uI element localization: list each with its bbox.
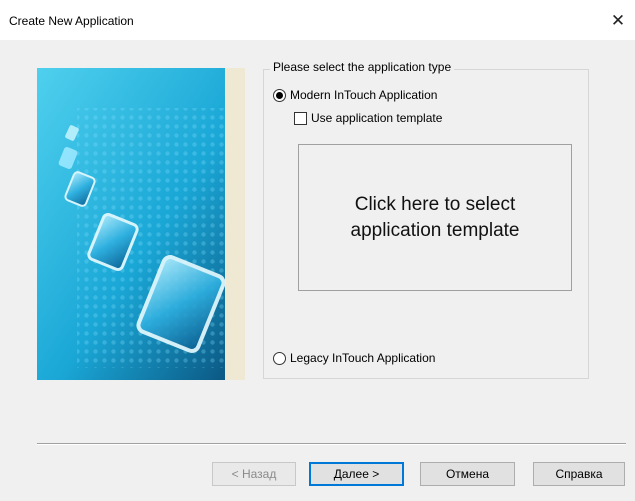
modern-app-radio-row[interactable]: Modern InTouch Application bbox=[273, 88, 437, 102]
wizard-banner-image bbox=[37, 68, 245, 380]
use-template-checkbox-row[interactable]: Use application template bbox=[294, 111, 442, 125]
cancel-button[interactable]: Отмена bbox=[420, 462, 515, 486]
use-template-label: Use application template bbox=[311, 111, 443, 125]
select-template-text: Click here to select application templat… bbox=[350, 193, 520, 241]
modern-app-radio[interactable] bbox=[273, 88, 286, 102]
help-button[interactable]: Справка bbox=[533, 462, 625, 486]
back-button[interactable]: < Назад bbox=[212, 462, 296, 486]
modern-app-label: Modern InTouch Application bbox=[290, 88, 438, 102]
legacy-app-radio[interactable] bbox=[273, 351, 286, 365]
title-bar: Create New Application ✕ bbox=[0, 0, 635, 40]
next-button[interactable]: Далее > bbox=[309, 462, 404, 486]
window-title: Create New Application bbox=[9, 14, 134, 28]
group-legend: Please select the application type bbox=[270, 60, 455, 74]
close-icon[interactable]: ✕ bbox=[605, 9, 631, 33]
footer-divider bbox=[37, 443, 626, 445]
legacy-app-radio-row[interactable]: Legacy InTouch Application bbox=[273, 351, 435, 365]
select-template-area[interactable]: Click here to select application templat… bbox=[298, 144, 572, 291]
legacy-app-label: Legacy InTouch Application bbox=[290, 351, 436, 365]
use-template-checkbox[interactable] bbox=[294, 111, 307, 125]
